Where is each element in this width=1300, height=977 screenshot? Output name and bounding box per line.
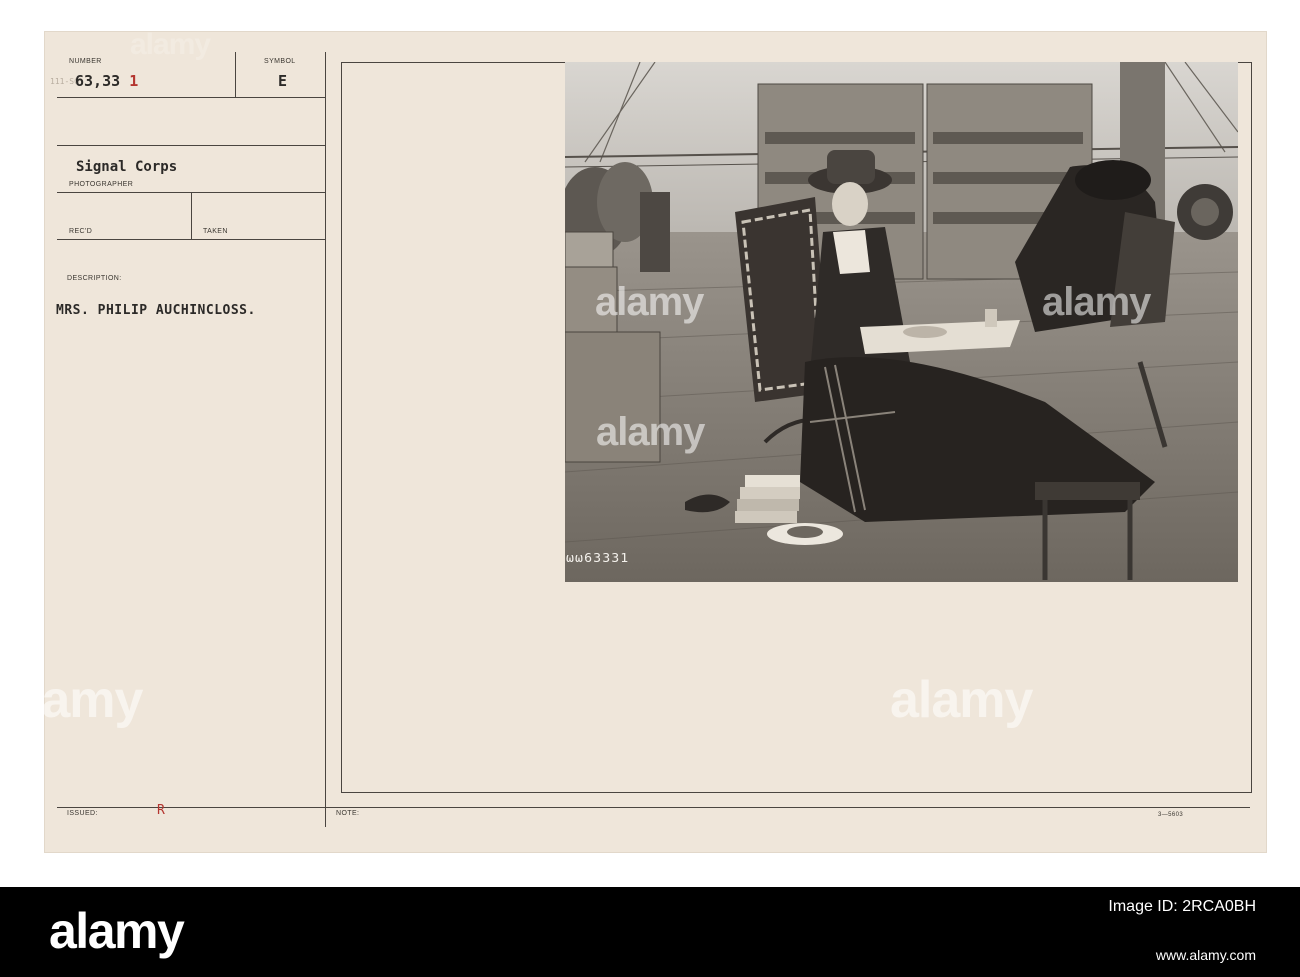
description-value: MRS. PHILIP AUCHINCLOSS. (56, 303, 256, 318)
description-label: DESCRIPTION: (67, 275, 122, 282)
number-label: NUMBER (69, 58, 102, 65)
rule-recd (57, 239, 325, 240)
photographer-label: PHOTOGRAPHER (69, 181, 134, 188)
rule-recd-taken (191, 193, 192, 239)
symbol-value: E (278, 72, 288, 90)
rule-number (57, 97, 325, 98)
rule-number-symbol (235, 52, 236, 98)
number-value-text: 63,33 (75, 72, 121, 90)
negative-number: ωω63331 (566, 551, 630, 565)
watermark-6: alamy (890, 671, 1033, 729)
footer-logo[interactable]: alamy (49, 902, 185, 960)
footer-bar (0, 887, 1300, 977)
issued-value: R (157, 803, 165, 818)
photographer-value: Signal Corps (76, 159, 178, 175)
watermark-2: alamy (595, 280, 704, 324)
watermark-3: alamy (1042, 280, 1151, 324)
rule-bottom (57, 807, 1250, 808)
form-code: 3—5603 (1158, 812, 1184, 818)
note-label: NOTE: (336, 810, 360, 817)
rule-column-divider (325, 52, 326, 827)
number-value: 63,33 1 (75, 72, 138, 90)
watermark-5: alamy (0, 671, 143, 729)
symbol-label: SYMBOL (264, 58, 296, 65)
taken-label: TAKEN (203, 228, 228, 235)
recd-label: REC'D (69, 228, 93, 235)
number-value-last-digit: 1 (129, 72, 139, 90)
issued-label: ISSUED: (67, 810, 98, 817)
footer-image-id: Image ID: 2RCA0BH (1108, 898, 1256, 915)
watermark-4: alamy (596, 410, 705, 454)
rule-photographer-top (57, 145, 325, 146)
footer-url[interactable]: www.alamy.com (1156, 947, 1256, 963)
watermark-1: alamy (130, 28, 211, 61)
